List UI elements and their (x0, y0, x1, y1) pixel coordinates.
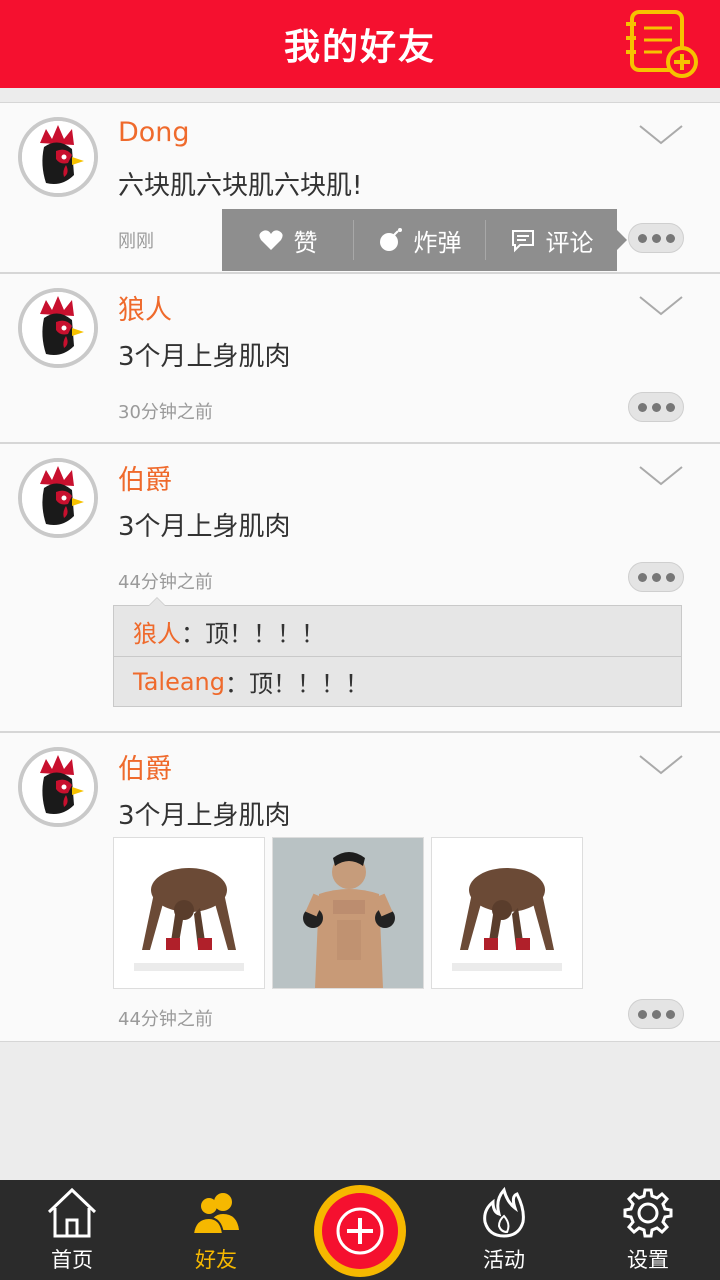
bomb-button[interactable]: 炸弹 (353, 220, 485, 260)
rooster-avatar-icon (22, 292, 94, 364)
post-item: Dong 六块肌六块肌六块肌! 刚刚 赞 炸弹 评论 (0, 102, 720, 273)
comment-text: ：顶！！！！ (181, 619, 325, 648)
rooster-avatar-icon (22, 121, 94, 193)
more-options-button[interactable] (628, 562, 684, 592)
athlete-photo (114, 838, 264, 988)
tab-label: 首页 (51, 1248, 93, 1272)
post-time: 30分钟之前 (118, 402, 213, 423)
comment-list: 狼人 ：顶！！！！ Taleang ：顶！！！！ (113, 597, 682, 707)
comment-item[interactable]: Taleang ：顶！！！！ (114, 656, 681, 706)
tab-settings[interactable]: 设置 (576, 1180, 720, 1280)
post-time: 44分钟之前 (118, 572, 213, 593)
post-content: 3个月上身肌肉 (118, 801, 291, 831)
comment-icon (511, 230, 534, 253)
post-content: 3个月上身肌肉 (118, 512, 291, 542)
avatar[interactable] (18, 458, 98, 538)
post-time: 44分钟之前 (118, 1009, 213, 1030)
avatar[interactable] (18, 747, 98, 827)
add-circle-icon[interactable] (310, 1182, 410, 1280)
compose-add-icon[interactable] (622, 8, 700, 80)
tab-home[interactable]: 首页 (0, 1180, 144, 1280)
tab-activity[interactable]: 活动 (432, 1180, 576, 1280)
tab-label: 活动 (483, 1248, 525, 1272)
page-title: 我的好友 (283, 27, 436, 68)
post-author[interactable]: 狼人 (118, 288, 172, 327)
comment-author[interactable]: 狼人 (133, 614, 181, 649)
post-item: 伯爵 3个月上身肌肉 44分钟之前 (0, 732, 720, 1042)
like-label: 赞 (293, 228, 318, 257)
bomb-label: 炸弹 (413, 228, 462, 257)
chevron-down-icon[interactable] (638, 464, 684, 488)
avatar[interactable] (18, 288, 98, 368)
action-popup: 赞 炸弹 评论 (222, 209, 627, 271)
chevron-down-icon[interactable] (638, 753, 684, 777)
rooster-avatar-icon (22, 462, 94, 534)
post-content: 六块肌六块肌六块肌! (118, 171, 363, 201)
more-options-button[interactable] (628, 223, 684, 253)
friends-feed: Dong 六块肌六块肌六块肌! 刚刚 赞 炸弹 评论 狼人 3个月上身肌肉 30… (0, 102, 720, 1042)
comment-label: 评论 (545, 228, 594, 257)
post-item: 狼人 3个月上身肌肉 30分钟之前 (0, 273, 720, 443)
comment-author[interactable]: Taleang (133, 668, 225, 696)
photo-grid (113, 837, 583, 989)
post-item: 伯爵 3个月上身肌肉 44分钟之前 狼人 ：顶！！！！ Taleang ：顶！！… (0, 443, 720, 732)
photo-thumbnail[interactable] (272, 837, 424, 989)
post-author[interactable]: Dong (118, 117, 190, 148)
like-button[interactable]: 赞 (222, 220, 353, 260)
chevron-down-icon[interactable] (638, 123, 684, 147)
flame-icon (483, 1186, 525, 1238)
more-options-button[interactable] (628, 999, 684, 1029)
tab-label: 好友 (195, 1248, 237, 1272)
post-author[interactable]: 伯爵 (118, 458, 172, 497)
home-icon (47, 1187, 97, 1238)
photo-thumbnail[interactable] (431, 837, 583, 989)
bomb-icon (379, 228, 402, 251)
post-time: 刚刚 (118, 231, 154, 252)
photo-thumbnail[interactable] (113, 837, 265, 989)
athlete-photo (432, 838, 582, 988)
chevron-down-icon[interactable] (638, 294, 684, 318)
heart-icon (258, 230, 283, 250)
top-bar: 我的好友 (0, 0, 720, 88)
friends-icon (191, 1193, 239, 1235)
post-content: 3个月上身肌肉 (118, 342, 291, 372)
comment-button[interactable]: 评论 (485, 220, 617, 260)
comment-text: ：顶！！！！ (224, 670, 369, 698)
tab-label: 设置 (627, 1248, 669, 1272)
fitness-model-photo (273, 838, 423, 988)
more-options-button[interactable] (628, 392, 684, 422)
rooster-avatar-icon (22, 751, 94, 823)
gear-icon (623, 1188, 673, 1238)
avatar[interactable] (18, 117, 98, 197)
tab-friends[interactable]: 好友 (144, 1180, 288, 1280)
comment-item[interactable]: 狼人 ：顶！！！！ (114, 606, 681, 656)
post-author[interactable]: 伯爵 (118, 747, 172, 786)
